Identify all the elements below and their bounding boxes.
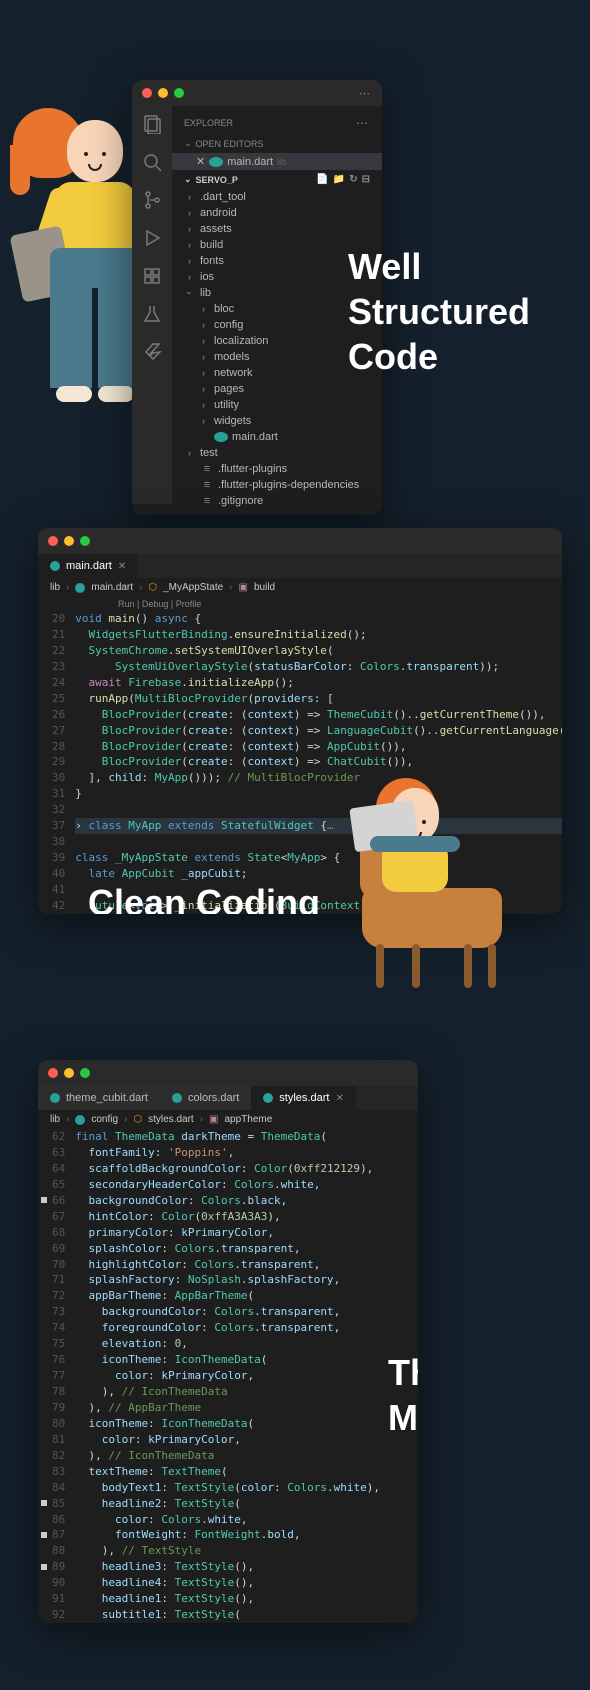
close-dot-icon[interactable] (48, 536, 58, 546)
section-theme-mgmt: theme_cubit.dartcolors.dartstyles.dart ✕… (38, 1060, 562, 1623)
collapse-icon[interactable]: ⊟ (362, 174, 370, 185)
min-dot-icon[interactable] (64, 536, 74, 546)
max-dot-icon[interactable] (174, 88, 184, 98)
open-editor-item[interactable]: ✕main.dartlib (172, 153, 382, 170)
codelens[interactable]: Run | Debug | Profile (38, 597, 562, 611)
section-title: Theme Management (388, 1350, 418, 1440)
tree-item[interactable]: ›assets (172, 221, 382, 237)
code-editor-styles: theme_cubit.dartcolors.dartstyles.dart ✕… (38, 1060, 418, 1623)
close-dot-icon[interactable] (48, 1068, 58, 1078)
min-dot-icon[interactable] (64, 1068, 74, 1078)
tree-item[interactable]: ›android (172, 205, 382, 221)
tab-styles-dart[interactable]: styles.dart ✕ (251, 1086, 356, 1110)
tree-item[interactable]: ›.dart_tool (172, 189, 382, 205)
new-file-icon[interactable]: 📄 (316, 174, 328, 185)
window-titlebar: ⋯ (132, 80, 382, 106)
explorer-editor: ⋯ EXPLORER⋯ ⌄ OPEN EDITORS ✕main.dartlib… (132, 80, 382, 515)
tree-item[interactable]: main.dart (172, 429, 382, 445)
tree-item[interactable]: ≡.flutter-plugins-dependencies (172, 477, 382, 493)
tree-item[interactable]: ›pages (172, 381, 382, 397)
section-title: Well Structured Code (348, 244, 530, 379)
new-folder-icon[interactable]: 📁 (333, 174, 345, 185)
tab-theme_cubit-dart[interactable]: theme_cubit.dart (38, 1086, 160, 1110)
max-dot-icon[interactable] (80, 1068, 90, 1078)
extensions-icon[interactable] (142, 266, 162, 286)
tab-bar: theme_cubit.dartcolors.dartstyles.dart ✕ (38, 1086, 418, 1110)
tree-item[interactable]: ›utility (172, 397, 382, 413)
section-title: Clean Coding Practices (88, 880, 320, 914)
character-sitting (342, 748, 542, 988)
min-dot-icon[interactable] (158, 88, 168, 98)
section-clean-coding: main.dart✕ lib › main.dart › ⬡ _MyAppSta… (38, 528, 562, 914)
close-dot-icon[interactable] (142, 88, 152, 98)
files-icon[interactable] (142, 114, 162, 134)
debug-icon[interactable] (142, 228, 162, 248)
breadcrumb[interactable]: lib › main.dart › ⬡ _MyAppState › ▣ buil… (38, 578, 562, 597)
tree-item[interactable]: ›widgets (172, 413, 382, 429)
search-icon[interactable] (142, 152, 162, 172)
refresh-icon[interactable]: ↻ (349, 174, 357, 185)
tree-item[interactable]: ›test (172, 445, 382, 461)
more-icon[interactable]: ⋯ (359, 87, 372, 100)
code-area[interactable]: 6263646566676869707172737475767778798081… (38, 1129, 418, 1623)
panel-title: EXPLORER⋯ (172, 112, 382, 134)
tree-item[interactable]: ≡.flutter-plugins (172, 461, 382, 477)
open-editors-header[interactable]: ⌄ OPEN EDITORS (172, 134, 382, 153)
close-tab-icon[interactable]: ✕ (335, 1093, 343, 1104)
project-root[interactable]: ⌄ SERVO_P 📄 📁 ↻ ⊟ (172, 170, 382, 189)
max-dot-icon[interactable] (80, 536, 90, 546)
flutter-icon[interactable] (142, 342, 162, 362)
activity-bar (132, 106, 172, 504)
source-control-icon[interactable] (142, 190, 162, 210)
tree-item[interactable]: ≡.gitignore (172, 493, 382, 509)
section-structured-code: ⋯ EXPLORER⋯ ⌄ OPEN EDITORS ✕main.dartlib… (0, 40, 590, 460)
close-tab-icon[interactable]: ✕ (118, 561, 126, 572)
breadcrumb[interactable]: lib › config › ⬡ styles.dart › ▣ appThem… (38, 1110, 418, 1129)
tab-main-dart[interactable]: main.dart✕ (38, 554, 138, 578)
tab-bar: main.dart✕ (38, 554, 562, 578)
flask-icon[interactable] (142, 304, 162, 324)
tab-colors-dart[interactable]: colors.dart (160, 1086, 251, 1110)
